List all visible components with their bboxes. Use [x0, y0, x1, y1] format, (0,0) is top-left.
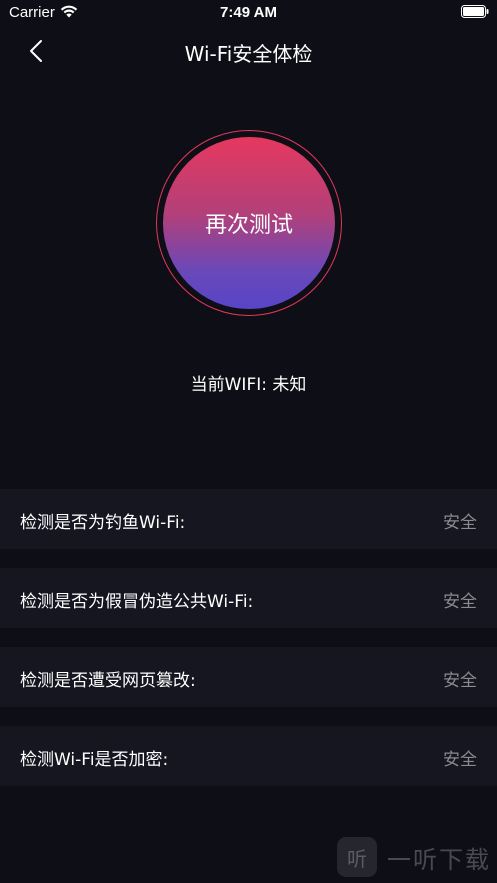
check-row-encryption: 检测Wi-Fi是否加密: 安全: [0, 726, 497, 786]
check-row-phishing: 检测是否为钓鱼Wi-Fi: 安全: [0, 489, 497, 549]
watermark-text: 一听下载: [387, 845, 491, 874]
clock: 7:49 AM: [220, 4, 277, 21]
nav-bar: Wi-Fi安全体检: [0, 28, 497, 72]
battery-icon: [461, 5, 489, 18]
check-row-tampering: 检测是否遭受网页篡改: 安全: [0, 647, 497, 707]
watermark: 听 一听下载: [337, 837, 491, 877]
check-status: 安全: [443, 671, 477, 691]
check-list: 检测是否为钓鱼Wi-Fi: 安全 检测是否为假冒伪造公共Wi-Fi: 安全 检测…: [0, 489, 497, 805]
check-label: 检测Wi-Fi是否加密:: [20, 750, 169, 770]
current-wifi-label: 当前WIFI: 未知: [190, 375, 307, 395]
check-status: 安全: [443, 750, 477, 770]
status-bar: Carrier 7:49 AM: [0, 0, 497, 26]
page-title: Wi-Fi安全体检: [184, 42, 313, 66]
check-row-fake-public: 检测是否为假冒伪造公共Wi-Fi: 安全: [0, 568, 497, 628]
app-screen: Carrier 7:49 AM Wi-Fi安全体检 再次测试 当前WIFI: 未…: [0, 0, 497, 883]
check-status: 安全: [443, 513, 477, 533]
test-area: 再次测试: [0, 120, 497, 330]
check-label: 检测是否为假冒伪造公共Wi-Fi:: [20, 592, 254, 612]
check-label: 检测是否遭受网页篡改:: [20, 671, 196, 691]
watermark-logo: 听: [337, 837, 377, 877]
retest-button-label: 再次测试: [204, 213, 293, 238]
check-label: 检测是否为钓鱼Wi-Fi:: [20, 513, 186, 533]
retest-button[interactable]: 再次测试: [163, 137, 335, 309]
check-status: 安全: [443, 592, 477, 612]
